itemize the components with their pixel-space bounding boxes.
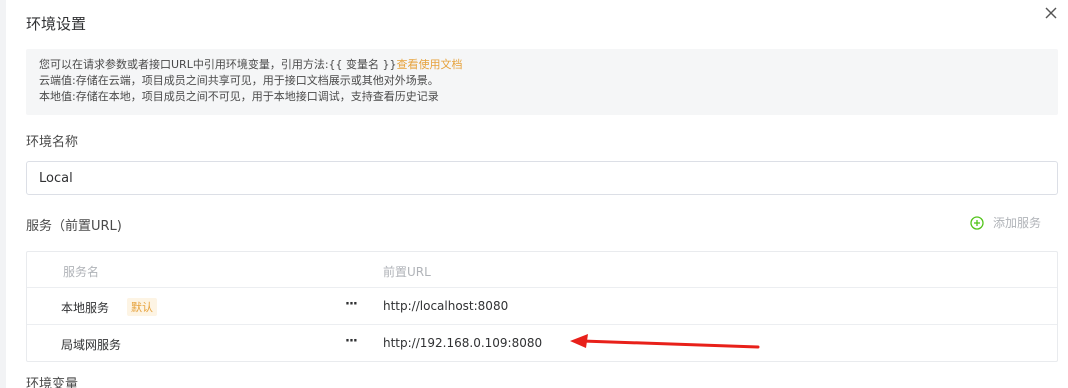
table-row[interactable]: 局域网服务 ··· http://192.168.0.109:8080: [27, 325, 1057, 361]
env-name-input[interactable]: [26, 161, 1058, 195]
environment-settings-dialog: 环境设置 您可以在请求参数或者接口URL中引用环境变量，引用方法:{{ 变量名 …: [6, 0, 1068, 388]
view-docs-link[interactable]: 查看使用文档: [397, 58, 463, 71]
env-vars-label: 环境变量: [26, 377, 79, 388]
close-icon[interactable]: [1042, 4, 1060, 22]
notice-line-1-text: 您可以在请求参数或者接口URL中引用环境变量，引用方法:{{ 变量名 }}: [39, 58, 397, 71]
add-service-label: 添加服务: [993, 216, 1042, 230]
table-row[interactable]: 本地服务 默认 ··· http://localhost:8080: [27, 288, 1057, 325]
ellipsis-icon[interactable]: ···: [345, 297, 358, 312]
notice-line-3: 本地值:存储在本地，项目成员之间不可见，用于本地接口调试，支持查看历史记录: [39, 90, 439, 103]
table-header: 服务名 前置URL: [27, 252, 1057, 288]
default-badge: 默认: [127, 298, 157, 316]
ellipsis-icon[interactable]: ···: [345, 334, 358, 349]
notice-line-1: 您可以在请求参数或者接口URL中引用环境变量，引用方法:{{ 变量名 }}查看使…: [39, 57, 1058, 73]
red-arrow-annotation: [570, 334, 760, 349]
column-header-base-url: 前置URL: [383, 265, 431, 279]
services-table: 服务名 前置URL 本地服务 默认 ··· http://localhost:8…: [26, 251, 1058, 362]
notice-line-2: 云端值:存储在云端，项目成员之间共享可见，用于接口文档展示或其他对外场景。: [39, 74, 439, 87]
service-name: 本地服务: [61, 301, 110, 315]
add-service-button[interactable]: 添加服务: [970, 214, 1041, 231]
env-name-label: 环境名称: [26, 135, 79, 150]
service-url[interactable]: http://localhost:8080: [383, 299, 508, 313]
usage-notice: 您可以在请求参数或者接口URL中引用环境变量，引用方法:{{ 变量名 }}查看使…: [26, 49, 1058, 115]
column-header-service-name: 服务名: [63, 265, 100, 279]
dialog-title: 环境设置: [26, 15, 87, 33]
plus-circle-icon: [970, 215, 984, 230]
service-name: 局域网服务: [61, 338, 122, 352]
services-label: 服务（前置URL): [26, 219, 122, 234]
service-url[interactable]: http://192.168.0.109:8080: [383, 336, 542, 350]
